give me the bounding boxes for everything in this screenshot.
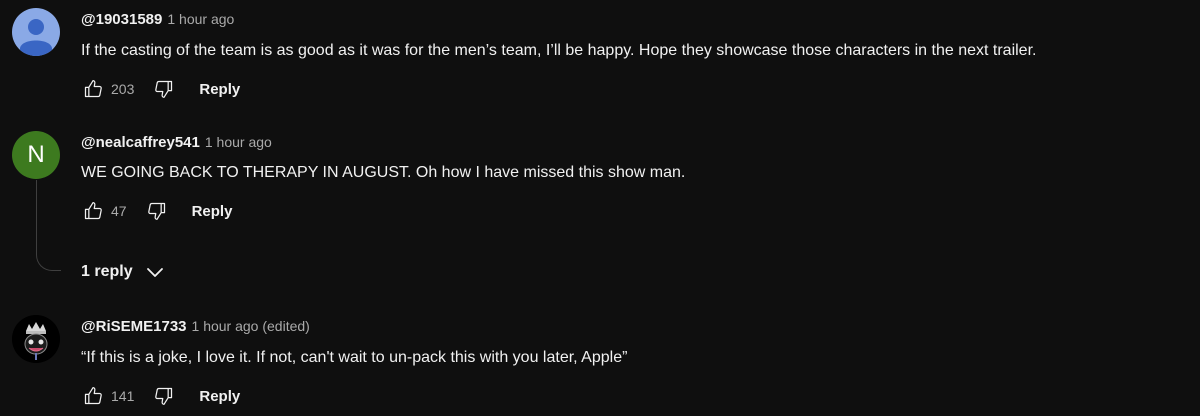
thumbs-down-icon (155, 80, 173, 98)
comment-header: @nealcaffrey541 1 hour ago (81, 134, 272, 151)
comment-timestamp[interactable]: 1 hour ago (edited) (192, 318, 310, 334)
comment-actions: 47 Reply (81, 199, 232, 223)
dislike-button[interactable] (145, 199, 169, 223)
comment-text: WE GOING BACK TO THERAPY IN AUGUST. Oh h… (81, 164, 686, 181)
thumbs-up-icon (84, 202, 102, 220)
avatar[interactable] (12, 315, 60, 363)
comment-text: If the casting of the team is as good as… (81, 42, 1037, 59)
comment-author[interactable]: @RiSEME1733 (81, 318, 187, 335)
like-count: 47 (111, 203, 127, 219)
comment-text: “If this is a joke, I love it. If not, c… (81, 349, 628, 366)
comment-actions: 141 Reply (81, 384, 240, 408)
avatar[interactable] (12, 8, 60, 56)
thumbs-down-icon (147, 202, 165, 220)
thumbs-up-icon (84, 387, 102, 405)
thread-connector (36, 180, 61, 271)
reply-button[interactable]: Reply (199, 388, 240, 405)
reply-button[interactable]: Reply (199, 81, 240, 98)
avatar-letter: N (27, 141, 45, 168)
replies-count-label: 1 reply (81, 263, 133, 280)
thumbs-down-icon (155, 387, 173, 405)
like-count: 141 (111, 388, 135, 404)
avatar[interactable]: N (12, 131, 60, 179)
comment-timestamp[interactable]: 1 hour ago (167, 11, 234, 27)
like-button[interactable] (81, 384, 105, 408)
comment-header: @RiSEME1733 1 hour ago (edited) (81, 318, 310, 335)
like-button[interactable] (81, 77, 105, 101)
comment-timestamp[interactable]: 1 hour ago (205, 134, 272, 150)
thumbs-up-icon (84, 80, 102, 98)
custom-avatar-icon (12, 315, 60, 363)
like-button[interactable] (81, 199, 105, 223)
dislike-button[interactable] (152, 384, 176, 408)
reply-button[interactable]: Reply (192, 203, 233, 220)
dislike-button[interactable] (152, 77, 176, 101)
chevron-down-icon (146, 268, 163, 277)
like-count: 203 (111, 81, 135, 97)
comment-header: @19031589 1 hour ago (81, 11, 234, 28)
default-person-icon (20, 19, 52, 56)
comment-author[interactable]: @nealcaffrey541 (81, 134, 200, 151)
comment-author[interactable]: @19031589 (81, 11, 162, 28)
comment-actions: 203 Reply (81, 77, 240, 101)
replies-toggle-button[interactable]: 1 reply (81, 260, 167, 284)
